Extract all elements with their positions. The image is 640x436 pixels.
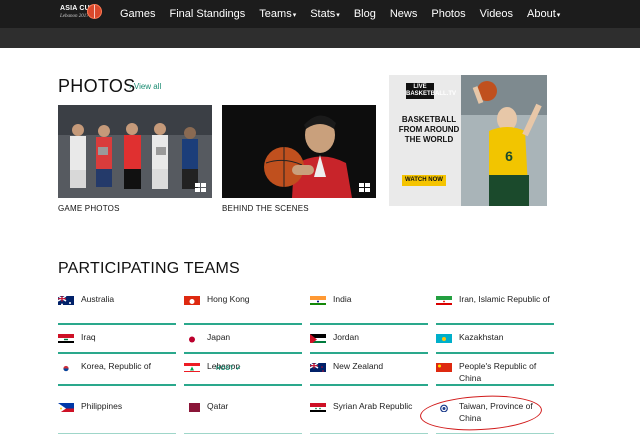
team-item[interactable]: Syrian Arab Republic xyxy=(310,397,428,434)
team-item[interactable]: India xyxy=(310,290,428,325)
chevron-down-icon: ▾ xyxy=(556,12,561,19)
team-item[interactable]: Philippines xyxy=(58,397,176,434)
flag-icon xyxy=(436,361,452,372)
sub-navigation-bar xyxy=(0,28,640,48)
team-name: Australia xyxy=(81,294,115,304)
basketball-icon xyxy=(87,4,102,19)
nav-blog[interactable]: Blog xyxy=(354,8,376,20)
team-item[interactable]: Korea, Republic of xyxy=(58,357,176,386)
game-photos-caption[interactable]: GAME PHOTOS xyxy=(58,204,120,213)
team-item[interactable]: People's Republic of China xyxy=(436,357,554,386)
game-photos-thumbnail[interactable] xyxy=(58,105,212,198)
team-name: Korea, Republic of xyxy=(81,361,151,371)
nav-stats[interactable]: Stats▾ xyxy=(310,8,340,20)
flag-icon xyxy=(58,332,74,343)
team-name: Iraq xyxy=(81,332,96,342)
flag-icon xyxy=(310,361,326,372)
nav-teams[interactable]: Teams▾ xyxy=(259,8,296,20)
nav-games[interactable]: Games xyxy=(120,8,155,20)
flag-icon xyxy=(310,401,326,412)
team-name: Philippines xyxy=(81,401,123,411)
nav-final-standings[interactable]: Final Standings xyxy=(169,8,245,20)
team-item[interactable]: Kazakhstan xyxy=(436,328,554,354)
nav-photos[interactable]: Photos xyxy=(431,8,465,20)
gallery-grid-icon xyxy=(359,183,370,192)
view-all-link[interactable]: › View all xyxy=(129,82,161,91)
team-name: India xyxy=(333,294,352,304)
team-name: New Zealand xyxy=(333,361,384,371)
watch-now-button[interactable]: WATCH NOW xyxy=(402,175,446,186)
livebasketball-advertisement[interactable]: 6 LIVE BASKETBALL.TV BASKETBALL FROM AROU… xyxy=(389,75,547,206)
photos-heading: PHOTOS xyxy=(58,76,136,96)
team-item[interactable]: Jordan xyxy=(310,328,428,354)
nav-videos[interactable]: Videos xyxy=(480,8,513,20)
asia-cup-logo[interactable]: ASIA CUP Lebanon 2017 xyxy=(60,3,102,25)
jersey-number: 6 xyxy=(505,148,513,164)
flag-icon xyxy=(184,294,200,305)
flag-icon xyxy=(58,401,74,412)
team-name: Kazakhstan xyxy=(459,332,504,342)
chevron-down-icon: ▾ xyxy=(292,12,297,19)
team-item[interactable]: Japan xyxy=(184,328,302,354)
behind-the-scenes-image xyxy=(222,105,376,198)
chevron-down-icon: ▾ xyxy=(336,12,340,19)
behind-the-scenes-caption[interactable]: BEHIND THE SCENES xyxy=(222,204,309,213)
team-name: People's Republic of China xyxy=(459,361,537,383)
flag-icon xyxy=(436,332,452,343)
team-name: Iran, Islamic Republic of xyxy=(459,294,550,304)
team-item[interactable]: New Zealand xyxy=(310,357,428,386)
team-name: Japan xyxy=(207,332,231,342)
team-item[interactable]: Lebanon xyxy=(184,357,302,386)
team-item[interactable]: Iran, Islamic Republic of xyxy=(436,290,554,325)
participating-teams-heading: PARTICIPATING TEAMS xyxy=(58,260,240,277)
flag-icon xyxy=(184,332,200,343)
flag-icon xyxy=(310,294,326,305)
flag-icon xyxy=(58,294,74,305)
host-badge: HOST ✔ xyxy=(216,366,242,372)
flag-icon xyxy=(184,401,200,412)
team-item[interactable]: Qatar xyxy=(184,397,302,434)
flag-icon xyxy=(436,294,452,305)
top-navigation-bar: ASIA CUP Lebanon 2017 Games Final Standi… xyxy=(0,0,640,28)
flag-icon xyxy=(310,332,326,343)
team-name: Jordan xyxy=(333,332,359,342)
ad-headline: BASKETBALL FROM AROUND THE WORLD xyxy=(398,115,460,144)
team-item[interactable]: Australia xyxy=(58,290,176,325)
logo-subtitle: Lebanon 2017 xyxy=(60,14,89,19)
nav-about[interactable]: About▾ xyxy=(527,8,560,20)
team-name: Syrian Arab Republic xyxy=(333,401,413,411)
gallery-grid-icon xyxy=(195,183,206,192)
flag-icon xyxy=(58,361,74,372)
main-nav: Games Final Standings Teams▾ Stats▾ Blog… xyxy=(120,0,574,28)
livebasketball-logo: LIVE BASKETBALL.TV xyxy=(406,83,456,99)
team-item[interactable]: Iraq xyxy=(58,328,176,354)
flag-icon xyxy=(184,361,200,372)
behind-the-scenes-thumbnail[interactable] xyxy=(222,105,376,198)
team-name: Qatar xyxy=(207,401,229,411)
team-item[interactable]: Hong Kong xyxy=(184,290,302,325)
nav-news[interactable]: News xyxy=(390,8,418,20)
game-photos-image xyxy=(58,105,212,198)
team-name: Hong Kong xyxy=(207,294,250,304)
